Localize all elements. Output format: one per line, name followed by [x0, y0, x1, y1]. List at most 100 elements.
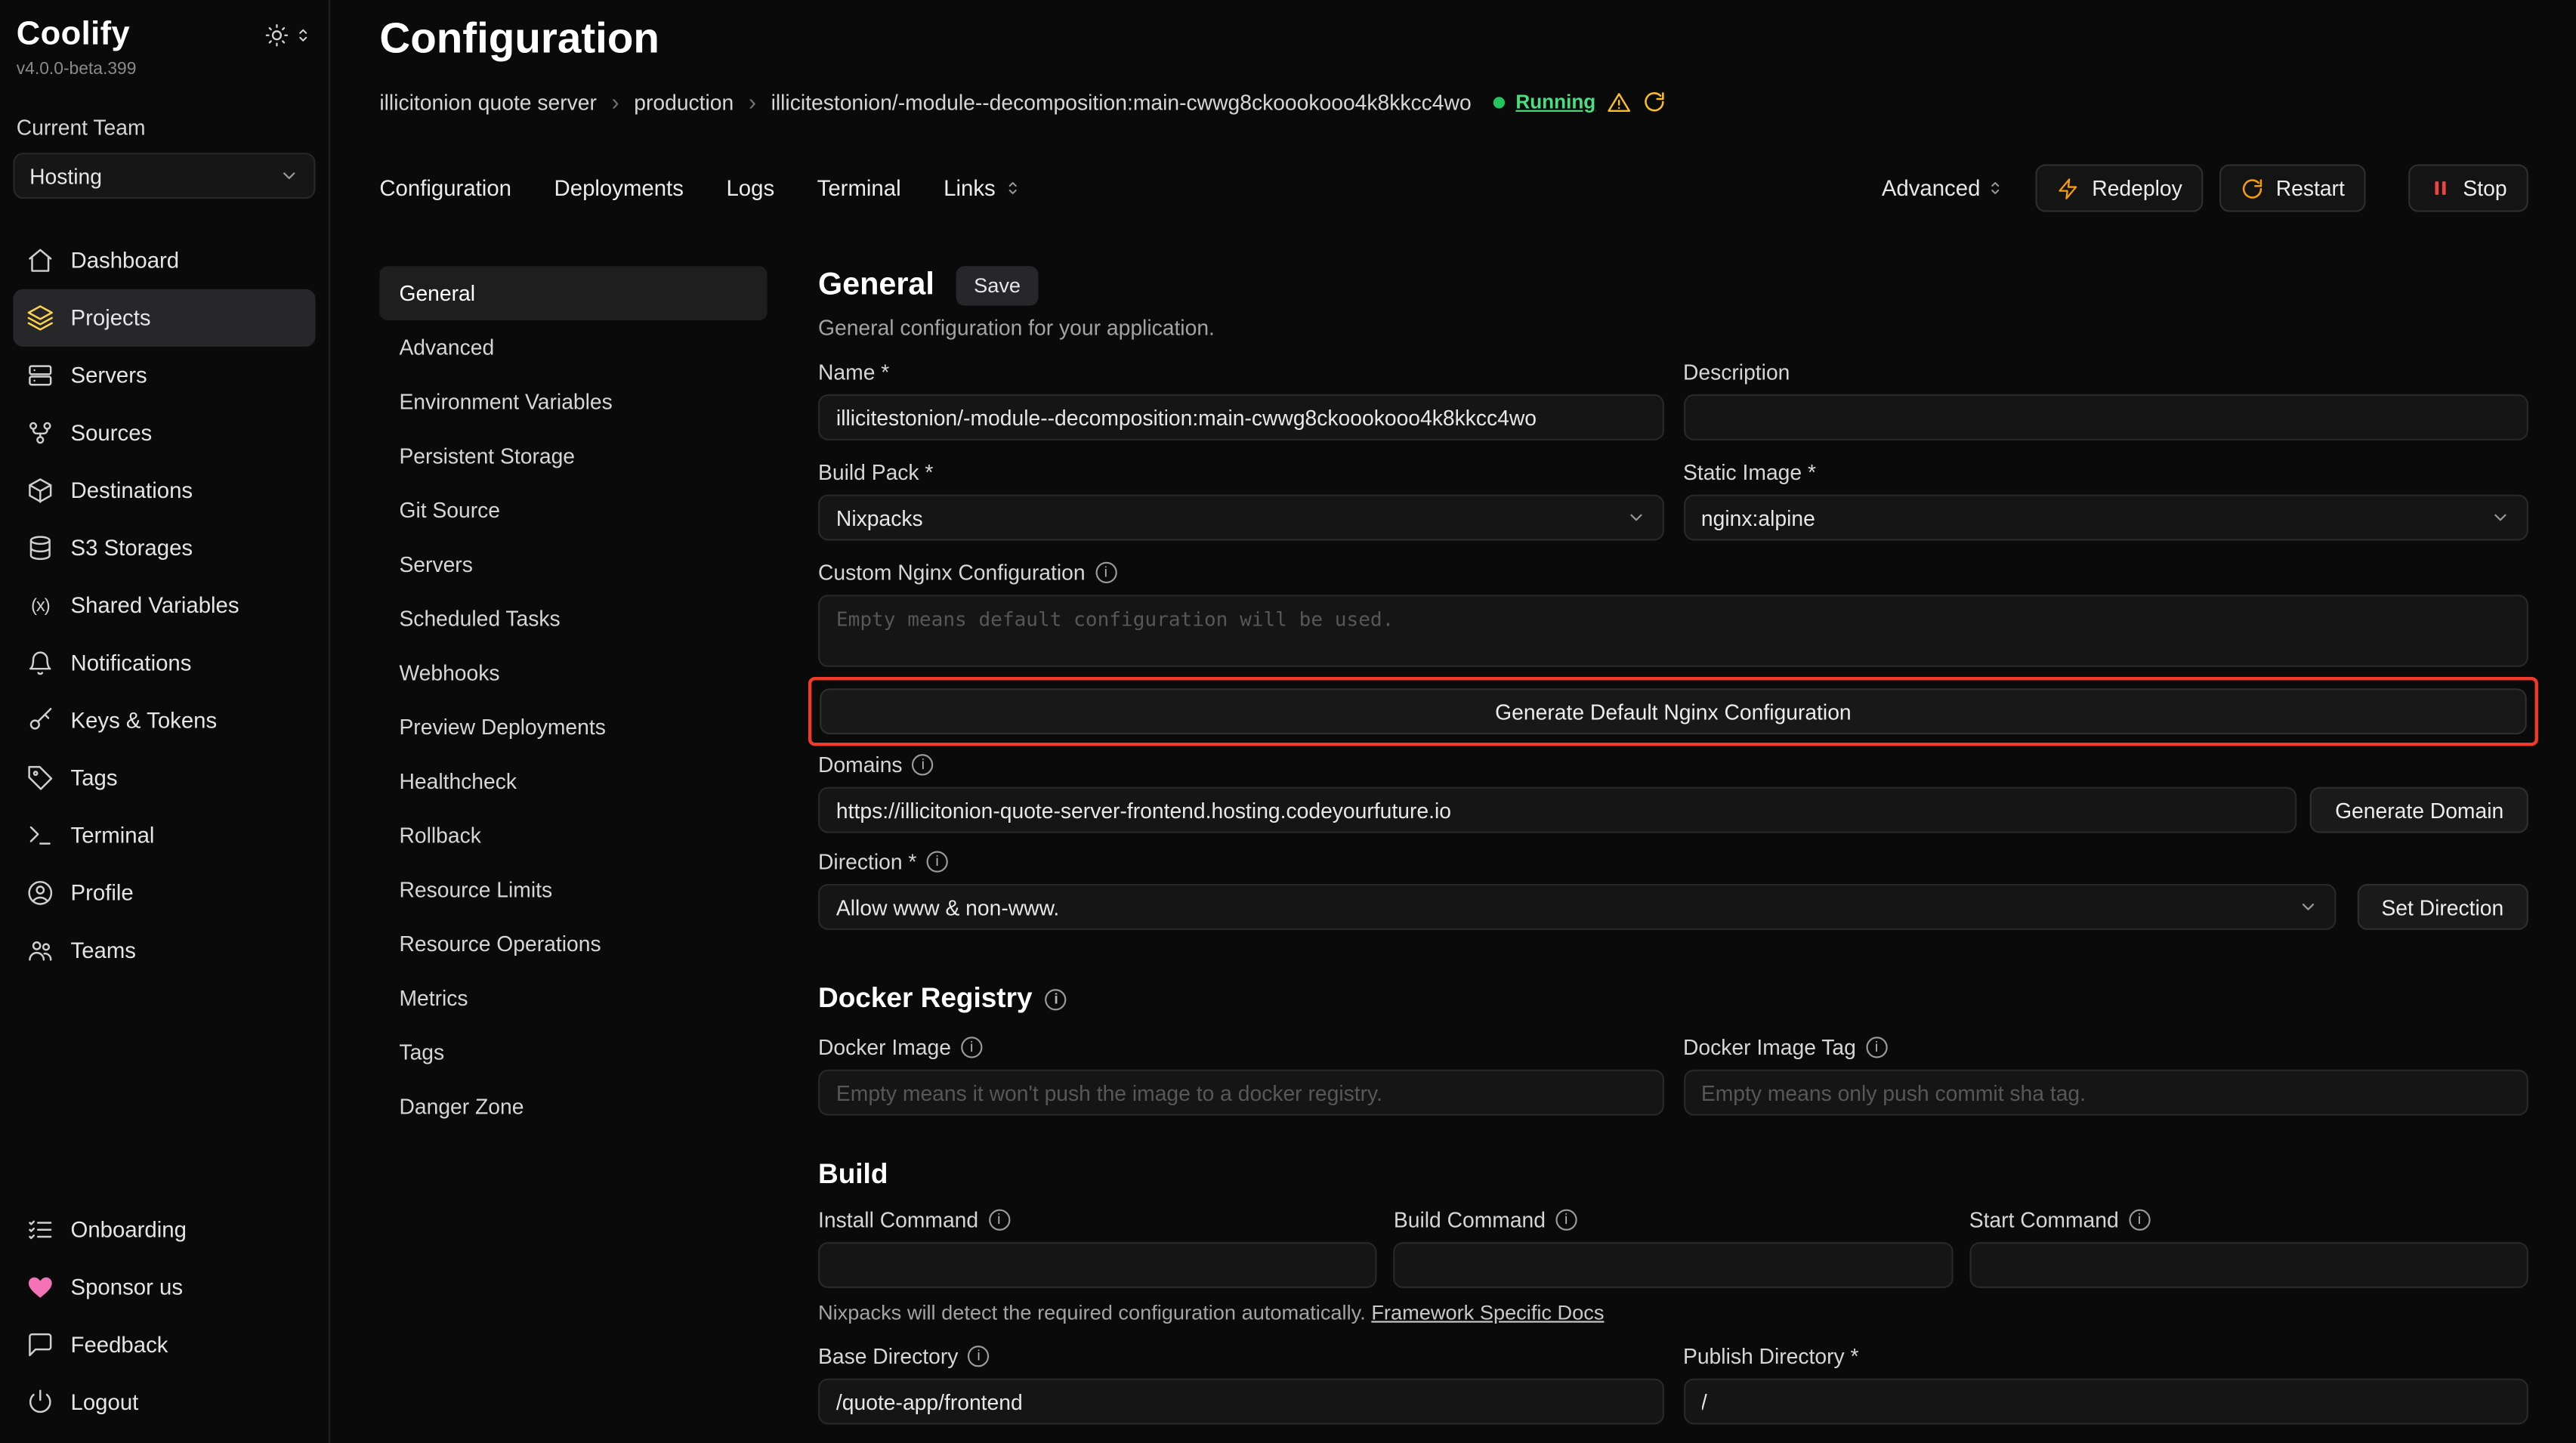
subnav-item-environment-variables[interactable]: Environment Variables [379, 375, 767, 429]
subnav-item-rollback[interactable]: Rollback [379, 808, 767, 863]
info-icon[interactable] [2129, 1210, 2150, 1231]
sidebar: Coolify v4.0.0-beta.399 Current Team Hos… [0, 0, 330, 1443]
sidebar-footer: Onboarding Sponsor us Feedback Logout [13, 1201, 315, 1431]
subnav-item-healthcheck[interactable]: Healthcheck [379, 754, 767, 808]
info-icon[interactable] [1555, 1210, 1577, 1231]
subnav-item-general[interactable]: General [379, 266, 767, 320]
sidebar-item-feedback[interactable]: Feedback [13, 1316, 315, 1373]
sidebar-item-projects[interactable]: Projects [13, 289, 315, 347]
warning-icon[interactable] [1607, 90, 1632, 115]
build-command-input[interactable] [1394, 1242, 1953, 1288]
sidebar-item-shared-variables[interactable]: Shared Variables [13, 576, 315, 634]
chat-icon [26, 1331, 54, 1359]
subnav-item-webhooks[interactable]: Webhooks [379, 646, 767, 700]
info-icon[interactable] [1046, 988, 1067, 1009]
layers-icon [26, 304, 54, 332]
docker-image-input[interactable] [818, 1070, 1663, 1116]
subnav-item-servers[interactable]: Servers [379, 537, 767, 592]
section-title-general: General [818, 267, 934, 304]
sidebar-item-destinations[interactable]: Destinations [13, 462, 315, 519]
sidebar-item-dashboard[interactable]: Dashboard [13, 232, 315, 289]
tab-configuration[interactable]: Configuration [379, 176, 511, 201]
team-select-value: Hosting [29, 163, 102, 188]
description-label: Description [1683, 360, 1790, 385]
subnav-item-advanced[interactable]: Advanced [379, 320, 767, 375]
start-command-input[interactable] [1969, 1242, 2528, 1288]
build-pack-label: Build Pack * [818, 460, 933, 485]
sidebar-item-keys-tokens[interactable]: Keys & Tokens [13, 692, 315, 749]
save-button[interactable]: Save [956, 266, 1039, 305]
name-input[interactable] [818, 394, 1663, 440]
install-command-input[interactable] [818, 1242, 1377, 1288]
redeploy-button[interactable]: Redeploy [2036, 164, 2204, 212]
server-icon [26, 361, 54, 389]
custom-nginx-label: Custom Nginx Configuration [818, 561, 1086, 586]
sidebar-item-sponsor[interactable]: Sponsor us [13, 1259, 315, 1316]
team-select[interactable]: Hosting [13, 153, 315, 199]
info-icon[interactable] [988, 1210, 1009, 1231]
sidebar-item-teams[interactable]: Teams [13, 922, 315, 979]
base-directory-input[interactable] [818, 1379, 1663, 1425]
info-icon[interactable] [926, 851, 947, 872]
tab-deployments[interactable]: Deployments [554, 176, 684, 201]
sun-icon[interactable] [264, 23, 289, 48]
sidebar-item-tags[interactable]: Tags [13, 749, 315, 807]
subnav-item-persistent-storage[interactable]: Persistent Storage [379, 429, 767, 484]
stop-button[interactable]: Stop [2409, 164, 2528, 212]
subnav-item-metrics[interactable]: Metrics [379, 971, 767, 1025]
publish-directory-label: Publish Directory * [1683, 1344, 1859, 1369]
sidebar-item-s3-storages[interactable]: S3 Storages [13, 519, 315, 576]
restart-button[interactable]: Restart [2220, 164, 2366, 212]
build-pack-select[interactable]: Nixpacks [818, 495, 1663, 541]
breadcrumb-project[interactable]: illicitonion quote server [379, 90, 597, 115]
generate-domain-button[interactable]: Generate Domain [2310, 787, 2528, 833]
sidebar-item-onboarding[interactable]: Onboarding [13, 1201, 315, 1259]
refresh-icon[interactable] [1643, 91, 1666, 113]
sidebar-item-notifications[interactable]: Notifications [13, 634, 315, 691]
pause-icon [2430, 178, 2451, 199]
tab-links[interactable]: Links [944, 176, 1021, 201]
general-form: General Save General configuration for y… [818, 266, 2528, 1424]
status-label[interactable]: Running [1515, 91, 1595, 113]
sidebar-item-profile[interactable]: Profile [13, 864, 315, 922]
theme-updown-icon[interactable] [294, 26, 312, 45]
subnav-item-resource-operations[interactable]: Resource Operations [379, 916, 767, 971]
subnav-item-danger-zone[interactable]: Danger Zone [379, 1080, 767, 1134]
sidebar-item-terminal[interactable]: Terminal [13, 807, 315, 864]
tab-logs[interactable]: Logs [726, 176, 774, 201]
framework-docs-link[interactable]: Framework Specific Docs [1371, 1301, 1604, 1324]
publish-directory-input[interactable] [1683, 1379, 2528, 1425]
updown-icon [1987, 179, 2005, 197]
breadcrumb-application[interactable]: illicitestonion/-module--decomposition:m… [771, 90, 1472, 115]
advanced-dropdown[interactable]: Advanced [1882, 176, 2005, 201]
set-direction-button[interactable]: Set Direction [2357, 884, 2528, 930]
info-icon[interactable] [968, 1346, 989, 1367]
description-input[interactable] [1683, 394, 2528, 440]
sidebar-item-sources[interactable]: Sources [13, 404, 315, 462]
subnav-item-preview-deployments[interactable]: Preview Deployments [379, 700, 767, 754]
info-icon[interactable] [913, 754, 934, 775]
custom-nginx-textarea[interactable] [818, 595, 2528, 667]
sidebar-item-servers[interactable]: Servers [13, 347, 315, 404]
generate-nginx-config-button[interactable]: Generate Default Nginx Configuration [820, 688, 2527, 734]
tag-icon [26, 764, 54, 792]
domains-label: Domains [818, 752, 903, 777]
chevron-down-icon [2491, 508, 2510, 527]
breadcrumb-environment[interactable]: production [634, 90, 734, 115]
home-icon [26, 246, 54, 274]
direction-select[interactable]: Allow www & non-www. [818, 884, 2336, 930]
subnav-item-tags[interactable]: Tags [379, 1025, 767, 1080]
info-icon[interactable] [1095, 562, 1117, 583]
subnav-item-resource-limits[interactable]: Resource Limits [379, 863, 767, 917]
domains-input[interactable] [818, 787, 2297, 833]
docker-image-tag-input[interactable] [1683, 1070, 2528, 1116]
info-icon[interactable] [1866, 1037, 1887, 1058]
tab-terminal[interactable]: Terminal [817, 176, 901, 201]
subnav-item-git-source[interactable]: Git Source [379, 483, 767, 537]
info-icon[interactable] [961, 1037, 982, 1058]
subnav-item-scheduled-tasks[interactable]: Scheduled Tasks [379, 592, 767, 646]
static-image-select[interactable]: nginx:alpine [1683, 495, 2528, 541]
database-icon [26, 534, 54, 562]
sidebar-item-logout[interactable]: Logout [13, 1373, 315, 1431]
heart-icon [26, 1273, 54, 1301]
